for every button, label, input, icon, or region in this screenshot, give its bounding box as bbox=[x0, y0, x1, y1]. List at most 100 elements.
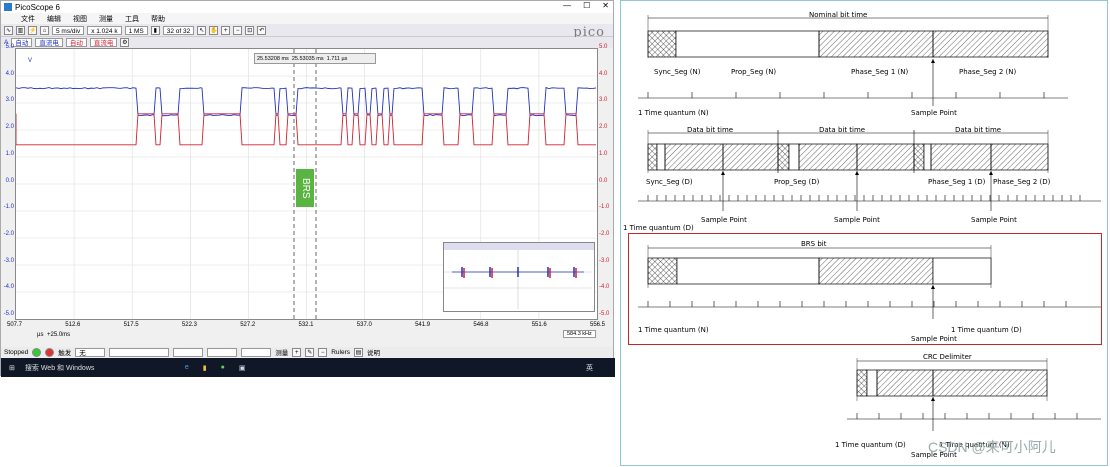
tray-lang[interactable]: 英 bbox=[586, 363, 593, 373]
label-data-bit-3: Data bit time bbox=[955, 126, 1001, 134]
x-tick: 527.2 bbox=[240, 322, 255, 328]
csdn-watermark: CSDN @来可小阿儿 bbox=[928, 437, 1056, 457]
y-tick-left: -2.0 bbox=[2, 231, 14, 237]
channel-b-coupling[interactable]: 直流电 bbox=[90, 38, 118, 47]
menu-edit[interactable]: 编辑 bbox=[47, 14, 61, 24]
spectrum-icon[interactable]: ▥ bbox=[16, 26, 25, 35]
nominal-segment bbox=[933, 31, 1048, 57]
label-tq-d-1: 1 Time quantum (D) bbox=[623, 224, 694, 232]
data-segment bbox=[665, 144, 723, 170]
zoom-select[interactable]: x 1.024 k bbox=[87, 26, 121, 35]
y-tick-right: -5.0 bbox=[599, 311, 609, 317]
channel-options-icon[interactable]: ⚙ bbox=[120, 38, 129, 47]
nominal-segment bbox=[676, 31, 819, 57]
label-data-bit-1: Data bit time bbox=[687, 126, 733, 134]
trigger-pretrig-select[interactable] bbox=[207, 348, 237, 357]
trigger-mode-select[interactable]: 无 bbox=[75, 348, 105, 357]
add-measure-icon[interactable]: + bbox=[292, 348, 301, 357]
bars-icon[interactable]: ▮ bbox=[151, 26, 160, 35]
channel-b-range[interactable]: 自动 bbox=[66, 38, 87, 47]
buffer-counter[interactable]: 32 of 32 bbox=[163, 26, 195, 35]
label-ph1-n: Phase_Seg 1 (N) bbox=[851, 68, 908, 76]
x-tick: 537.0 bbox=[357, 322, 372, 328]
title-bar: PicoScope 6 — ☐ ✕ bbox=[1, 1, 613, 13]
y-tick-right: 5.0 bbox=[599, 44, 607, 50]
channel-a-range[interactable]: 自动 bbox=[11, 38, 32, 47]
nominal-segment bbox=[819, 31, 933, 57]
toolbar-channels: A 自动 直流电 自动 直流电 ⚙ bbox=[1, 37, 613, 48]
data-segment bbox=[914, 144, 924, 170]
y-tick-right: -3.0 bbox=[599, 258, 609, 264]
zoom-fit-icon[interactable]: ⊡ bbox=[245, 26, 254, 35]
run-button-icon[interactable] bbox=[32, 348, 41, 357]
menu-measure[interactable]: 测量 bbox=[99, 14, 113, 24]
maximize-button[interactable]: ☐ bbox=[583, 1, 590, 10]
pointer-icon[interactable]: ↖ bbox=[197, 26, 206, 35]
edit-measure-icon[interactable]: ✎ bbox=[305, 348, 314, 357]
close-button[interactable]: ✕ bbox=[602, 1, 609, 10]
samples-select[interactable]: 1 MS bbox=[125, 26, 148, 35]
menu-tools[interactable]: 工具 bbox=[125, 14, 139, 24]
y-tick-left: 4.0 bbox=[2, 71, 14, 77]
y-tick-left: -3.0 bbox=[2, 258, 14, 264]
frequency-box: 584.3 kHz bbox=[563, 330, 596, 338]
menu-help[interactable]: 帮助 bbox=[151, 14, 165, 24]
notes-label[interactable]: 说明 bbox=[367, 347, 380, 357]
trigger-delay-select[interactable] bbox=[241, 348, 271, 357]
hand-icon[interactable]: ✋ bbox=[209, 26, 218, 35]
y-tick-left: 5.0 bbox=[2, 44, 14, 50]
notes-icon[interactable]: ▤ bbox=[354, 348, 363, 357]
label-sync-d: Sync_Seg (D) bbox=[646, 178, 693, 186]
x-offset: +25.0ms bbox=[47, 332, 70, 338]
ruler-t2: 25.53035 ms bbox=[292, 56, 324, 62]
data-segment bbox=[799, 144, 857, 170]
data-segment bbox=[991, 144, 1048, 170]
picoscope-task-icon[interactable]: ● bbox=[221, 364, 225, 371]
trigger-source-select[interactable] bbox=[109, 348, 169, 357]
probe-icon[interactable]: ⚡ bbox=[28, 26, 37, 35]
crc-segment bbox=[867, 370, 877, 396]
y-unit-left: V bbox=[28, 58, 32, 64]
label-sample-2c: Sample Point bbox=[971, 216, 1017, 224]
data-segment bbox=[924, 144, 931, 170]
explorer-icon[interactable]: ▮ bbox=[203, 364, 207, 372]
y-tick-right: 0.0 bbox=[599, 178, 607, 184]
app-task-icon[interactable]: ▣ bbox=[239, 364, 246, 372]
label-nominal: Nominal bit time bbox=[809, 11, 867, 19]
y-tick-left: -5.0 bbox=[2, 311, 14, 317]
label-tq-d-3: 1 Time quantum (D) bbox=[835, 441, 906, 449]
sample-arrow-2b-head bbox=[855, 171, 859, 175]
overview-window[interactable] bbox=[443, 242, 595, 312]
label-ph1-d: Phase_Seg 1 (D) bbox=[928, 178, 985, 186]
toolbar-main: ∿ ▥ ⚡ ⌂ 5 ms/div x 1.024 k 1 MS ▮ 32 of … bbox=[1, 24, 613, 37]
timebase-select[interactable]: 5 ms/div bbox=[52, 26, 84, 35]
sample-arrow-2c-head bbox=[989, 171, 993, 175]
edge-icon[interactable]: e bbox=[185, 364, 189, 371]
zoom-in-icon[interactable]: + bbox=[221, 26, 230, 35]
run-state: Stopped bbox=[4, 349, 28, 356]
rulers-label[interactable]: Rulers bbox=[331, 349, 350, 356]
label-sync-n: Sync_Seg (N) bbox=[654, 68, 701, 76]
delete-measure-icon[interactable]: − bbox=[318, 348, 327, 357]
windows-taskbar: ⊞ 搜索 Web 和 Windows e ▮ ● ▣ 英 bbox=[1, 358, 615, 377]
undo-zoom-icon[interactable]: ↶ bbox=[257, 26, 266, 35]
y-tick-left: -4.0 bbox=[2, 284, 14, 290]
data-segment bbox=[723, 144, 778, 170]
measure-label[interactable]: 测量 bbox=[275, 347, 288, 357]
menu-view[interactable]: 视图 bbox=[73, 14, 87, 24]
zoom-out-icon[interactable]: − bbox=[233, 26, 242, 35]
ruler-t1: 25.53208 ms bbox=[257, 56, 289, 62]
channel-a-coupling[interactable]: 直流电 bbox=[35, 38, 63, 47]
y-tick-right: -4.0 bbox=[599, 284, 609, 290]
signal-gen-icon[interactable]: ⌂ bbox=[40, 26, 49, 35]
windows-start-icon[interactable]: ⊞ bbox=[9, 364, 15, 372]
menu-file[interactable]: 文件 bbox=[21, 14, 35, 24]
minimize-button[interactable]: — bbox=[563, 1, 571, 10]
trigger-level-select[interactable] bbox=[173, 348, 203, 357]
scope-mode-icon[interactable]: ∿ bbox=[4, 26, 13, 35]
y-tick-right: 2.0 bbox=[599, 124, 607, 130]
label-tq-n-1: 1 Time quantum (N) bbox=[638, 109, 709, 117]
search-box[interactable]: 搜索 Web 和 Windows bbox=[25, 363, 175, 373]
stop-button-icon[interactable] bbox=[45, 348, 54, 357]
x-tick: 551.6 bbox=[532, 322, 547, 328]
